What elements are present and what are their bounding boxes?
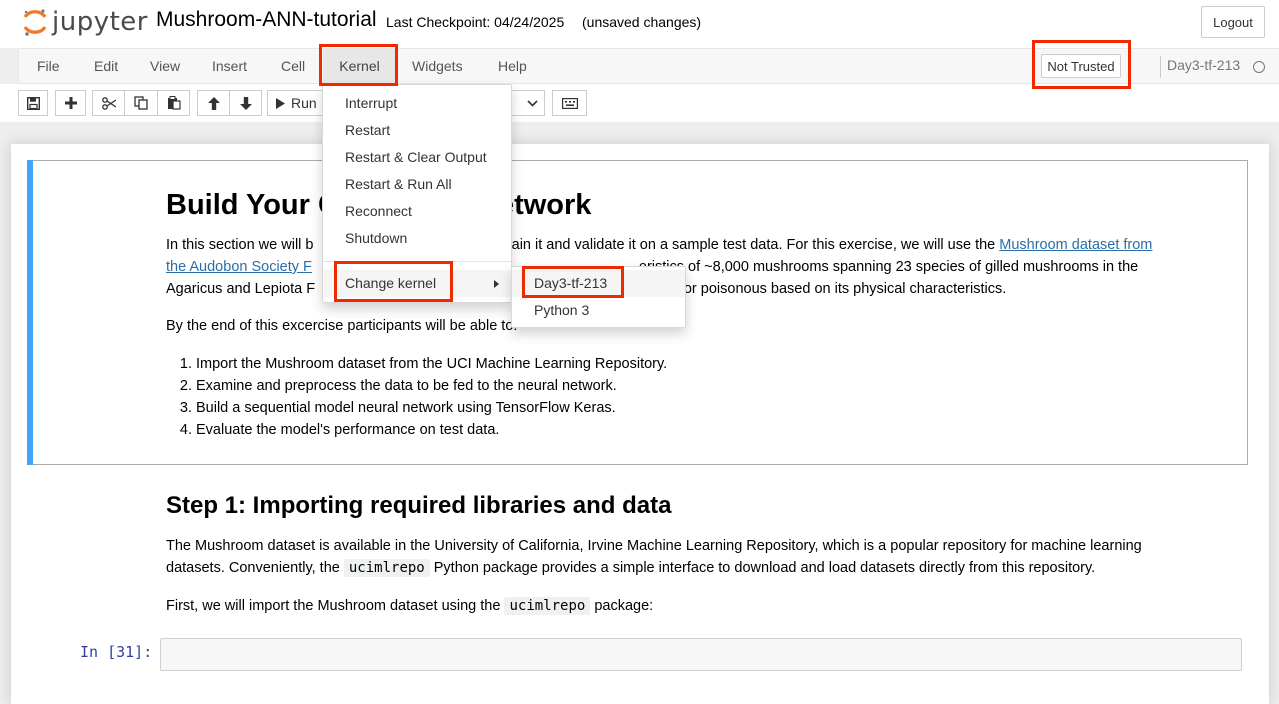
cell1-p1-l3-left: Agaricus and Lepiota F bbox=[166, 281, 316, 297]
menu-kernel[interactable]: Kernel bbox=[323, 49, 396, 83]
cut-icon bbox=[101, 96, 116, 110]
not-trusted-button[interactable]: Not Trusted bbox=[1041, 54, 1121, 78]
cell1-heading-left: Build Your C bbox=[166, 189, 339, 221]
keyboard-icon bbox=[561, 97, 578, 109]
cut-button[interactable] bbox=[92, 90, 125, 116]
list-item: Import the Mushroom dataset from the UCI… bbox=[196, 353, 667, 375]
cell1-p1-l1-mid: k, train it and validate it on a sample … bbox=[487, 237, 1000, 253]
insert-cell-button[interactable] bbox=[55, 90, 86, 116]
arrow-down-icon bbox=[239, 96, 252, 110]
notebook-name[interactable]: Mushroom-ANN-tutorial bbox=[156, 8, 377, 32]
jupyter-logo-icon bbox=[23, 9, 47, 36]
move-down-button[interactable] bbox=[229, 90, 262, 116]
menu-divider bbox=[323, 261, 511, 262]
chevron-down-icon bbox=[527, 99, 538, 107]
caret-right-icon bbox=[494, 280, 499, 288]
logout-button[interactable]: Logout bbox=[1201, 6, 1265, 38]
cell2-p1-l2-b: Python package provides a simple interfa… bbox=[429, 560, 1096, 576]
cell1-p1-l2-right: eristics of ~8,000 mushrooms spanning 23… bbox=[638, 259, 1139, 275]
toolbar: Run bbox=[0, 84, 1279, 122]
menu-edit[interactable]: Edit bbox=[84, 49, 128, 83]
code-cell-input[interactable] bbox=[160, 638, 1242, 671]
menu-insert[interactable]: Insert bbox=[202, 49, 257, 83]
copy-icon bbox=[134, 96, 148, 110]
unsaved-changes-indicator: (unsaved changes) bbox=[582, 14, 702, 30]
cell1-paragraph2: By the end of this excercise participant… bbox=[166, 315, 517, 337]
inline-code-ucimlrepo-2: ucimlrepo bbox=[504, 597, 591, 615]
menu-item-restart[interactable]: Restart bbox=[323, 117, 511, 144]
menu-item-restart-run-all[interactable]: Restart & Run All bbox=[323, 171, 511, 198]
run-button[interactable]: Run bbox=[267, 90, 327, 116]
move-up-button[interactable] bbox=[197, 90, 230, 116]
command-palette-button[interactable] bbox=[552, 90, 587, 116]
selected-cell-indicator bbox=[27, 160, 33, 465]
list-item: Evaluate the model's performance on test… bbox=[196, 419, 667, 441]
checkpoint-status: Last Checkpoint: 04/24/2025 bbox=[386, 14, 565, 30]
step1-heading: Step 1: Importing required libraries and… bbox=[166, 492, 672, 519]
arrow-up-icon bbox=[207, 96, 220, 110]
cell2-paragraph-line2: datasets. Conveniently, the ucimlrepo Py… bbox=[166, 557, 1246, 579]
kernel-menu-dropdown: Interrupt Restart Restart & Clear Output… bbox=[322, 84, 512, 303]
menu-item-change-kernel[interactable]: Change kernel bbox=[323, 270, 511, 297]
header: jupyter Mushroom-ANN-tutorial Last Check… bbox=[0, 0, 1279, 48]
cell1-p1-l3-right: edible or poisonous based on its physica… bbox=[641, 281, 1007, 297]
menu-item-reconnect[interactable]: Reconnect bbox=[323, 198, 511, 225]
copy-button[interactable] bbox=[124, 90, 158, 116]
inline-code-ucimlrepo: ucimlrepo bbox=[343, 559, 430, 577]
plus-icon bbox=[64, 97, 77, 109]
cell2-paragraph-line1: The Mushroom dataset is available in the… bbox=[166, 538, 1142, 554]
cell2-p2-b: package: bbox=[590, 598, 654, 614]
run-label: Run bbox=[291, 95, 317, 111]
cell1-objectives-list: Import the Mushroom dataset from the UCI… bbox=[166, 353, 667, 441]
change-kernel-label: Change kernel bbox=[345, 275, 437, 291]
logo-text: jupyter bbox=[52, 7, 148, 37]
menu-widgets[interactable]: Widgets bbox=[402, 49, 473, 83]
menu-file[interactable]: File bbox=[27, 49, 70, 83]
kernel-indicator-name[interactable]: Day3-tf-213 bbox=[1167, 57, 1240, 73]
menu-item-shutdown[interactable]: Shutdown bbox=[323, 225, 511, 252]
kernel-separator bbox=[1160, 56, 1161, 78]
change-kernel-submenu: Day3-tf-213 Python 3 bbox=[511, 266, 686, 328]
cell2-p1-l2-a: datasets. Conveniently, the bbox=[166, 560, 344, 576]
kernel-option-python3[interactable]: Python 3 bbox=[512, 297, 685, 324]
audobon-link[interactable]: the Audobon Society F bbox=[166, 259, 312, 275]
paste-button[interactable] bbox=[157, 90, 190, 116]
cell1-p2-left: By the end of this excercise participant… bbox=[166, 318, 486, 334]
kernel-idle-icon bbox=[1253, 61, 1265, 73]
cell1-p1-l1-left: In this section we will b bbox=[166, 237, 314, 253]
mushroom-dataset-link[interactable]: Mushroom dataset from bbox=[999, 237, 1152, 253]
menu-cell[interactable]: Cell bbox=[271, 49, 315, 83]
list-item: Examine and preprocess the data to be fe… bbox=[196, 375, 667, 397]
save-button[interactable] bbox=[18, 90, 48, 116]
menu-item-restart-clear[interactable]: Restart & Clear Output bbox=[323, 144, 511, 171]
kernel-option-day3-tf-213[interactable]: Day3-tf-213 bbox=[512, 270, 685, 297]
menu-item-interrupt[interactable]: Interrupt bbox=[323, 90, 511, 117]
save-icon bbox=[26, 96, 40, 110]
menu-help[interactable]: Help bbox=[488, 49, 537, 83]
cell2-paragraph2: First, we will import the Mushroom datas… bbox=[166, 595, 653, 617]
code-cell-prompt: In [31]: bbox=[80, 643, 153, 661]
menu-view[interactable]: View bbox=[140, 49, 190, 83]
play-icon bbox=[276, 97, 285, 109]
paste-icon bbox=[167, 96, 181, 110]
cell2-p2-a: First, we will import the Mushroom datas… bbox=[166, 598, 505, 614]
list-item: Build a sequential model neural network … bbox=[196, 397, 667, 419]
jupyter-logo[interactable]: jupyter bbox=[22, 6, 148, 38]
